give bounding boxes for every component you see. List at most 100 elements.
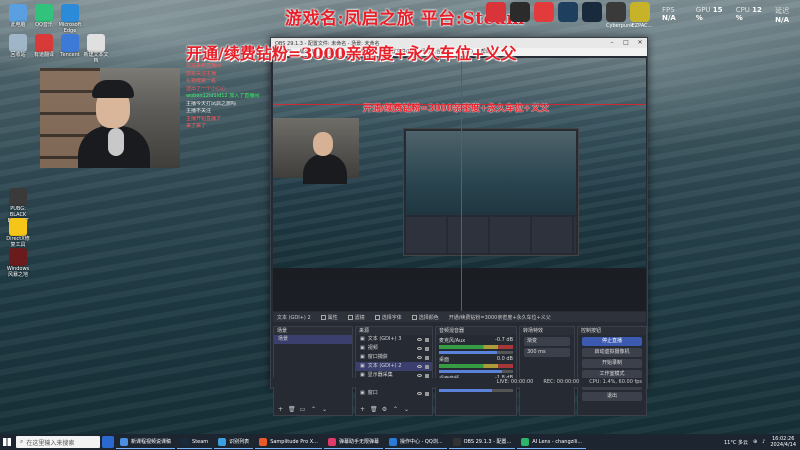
obs-preview[interactable]: 开通/续费钻粉=3000亲密度+永久车位+义父 <box>273 58 646 311</box>
source-item[interactable]: ▣ 文本 (GDI+) 3 <box>356 335 432 344</box>
scene-down-button[interactable]: ⌄ <box>321 406 328 413</box>
top-app-shortcut[interactable] <box>582 2 602 22</box>
taskbar-app[interactable]: OBS 29.1.3 - 配置... <box>448 435 516 449</box>
source-up-button[interactable]: ⌃ <box>392 406 399 413</box>
visibility-icon[interactable] <box>417 365 422 368</box>
control-button[interactable]: 退出 <box>582 392 642 401</box>
maximize-button[interactable]: □ <box>619 38 633 48</box>
transition-select[interactable]: 渐变 <box>524 337 570 346</box>
source-down-button[interactable]: ⌄ <box>403 406 410 413</box>
source-item[interactable]: ▣ 窗口 <box>356 389 432 398</box>
scene-filters-button[interactable]: ▭ <box>299 406 306 413</box>
remove-source-button[interactable]: 🗑 <box>370 406 378 413</box>
lock-icon[interactable] <box>425 364 429 369</box>
volume-slider[interactable] <box>439 389 513 392</box>
taskbar-app[interactable]: 操作中心 - QQ浏... <box>384 435 447 449</box>
visibility-icon[interactable] <box>417 356 422 359</box>
source-item[interactable]: ▣ 文本 (GDI+) 2 <box>356 362 432 371</box>
top-app-shortcut[interactable]: Cyberpunk <box>606 2 633 29</box>
source-item[interactable]: ▣ 视频 <box>356 344 432 353</box>
lock-icon[interactable] <box>425 346 429 351</box>
desktop-icon[interactable]: DirectX修复工具 <box>4 218 32 248</box>
taskbar-search[interactable]: ⌕ 在这里输入来搜索 <box>16 436 100 448</box>
scenes-footer: + 🗑 ▭ ⌃ ⌄ <box>277 406 328 413</box>
taskbar-app-label: Steam <box>192 438 209 445</box>
toolbar-item[interactable]: 滤镜 <box>347 314 365 321</box>
source-label: 窗口 <box>367 390 378 396</box>
visibility-icon[interactable] <box>417 338 422 341</box>
lock-icon[interactable] <box>425 337 429 342</box>
task-view-icon[interactable] <box>102 436 114 448</box>
scene-item[interactable]: 场景 <box>274 335 352 344</box>
mixer-track-db: 0.0 dB <box>496 356 513 362</box>
remove-scene-button[interactable]: 🗑 <box>288 406 296 413</box>
lock-icon[interactable] <box>425 373 429 378</box>
visibility-icon[interactable] <box>417 347 422 350</box>
performance-overlay: FPS N/A GPU 15 % CPU 12 % 延迟 N/A <box>662 6 800 24</box>
toolbar-item[interactable]: 开通/续费钻粉=3000亲密度+永久车位+义父 <box>449 314 551 321</box>
top-app-shortcut[interactable] <box>486 2 506 22</box>
top-app-shortcut[interactable] <box>510 2 530 22</box>
app-icon <box>9 34 27 52</box>
visibility-icon[interactable] <box>417 392 422 395</box>
taskbar-app-icon <box>120 437 128 446</box>
control-button[interactable]: 开始录制 <box>582 359 642 368</box>
top-app-shortcut[interactable] <box>558 2 578 22</box>
taskbar-app[interactable]: AI Lens - changzili... <box>517 435 587 449</box>
clock[interactable]: 16:02:26 2024/4/14 <box>770 436 796 448</box>
network-icon[interactable]: ⊕ <box>753 439 757 445</box>
status-item: CPU: 1.4%, 60.00 fps <box>589 379 642 385</box>
desktop-icon[interactable]: 此电脑 <box>4 4 32 28</box>
toolbar-item[interactable]: 属性 <box>320 314 338 321</box>
taskbar-app-icon <box>521 437 530 446</box>
lock-icon[interactable] <box>425 355 429 360</box>
taskbar-app-label: AI Lens - changzili... <box>532 438 583 445</box>
add-scene-button[interactable]: + <box>277 406 284 413</box>
visibility-icon[interactable] <box>417 374 422 377</box>
transition-duration[interactable]: 300 ms <box>524 348 570 357</box>
taskbar-app-icon <box>452 437 461 446</box>
start-button[interactable] <box>0 434 14 450</box>
desktop-icon[interactable]: 有道翻译 <box>30 34 58 58</box>
top-app-shortcut[interactable] <box>534 2 554 22</box>
toolbar-item[interactable]: 选择字体 <box>374 314 402 321</box>
desktop-icon[interactable]: 新建文本文档 <box>82 34 110 64</box>
volume-slider[interactable] <box>439 351 513 354</box>
source-type-icon: ▣ <box>360 336 365 342</box>
toolbar-icon <box>347 314 353 320</box>
desktop-icon[interactable]: Windows 风暴之地 <box>4 248 32 278</box>
source-label: 窗口捕获 <box>367 354 388 360</box>
taskbar-app[interactable]: Steam <box>177 435 213 449</box>
desktop-icon[interactable]: QQ音乐 <box>30 4 58 28</box>
control-button[interactable]: 启动虚拟摄像机 <box>582 348 642 357</box>
desktop-icon-label: 有道翻译 <box>33 52 54 58</box>
sources-title: 来源 <box>356 327 432 335</box>
taskbar-app[interactable]: 识别列表 <box>214 435 254 449</box>
minimize-button[interactable]: – <box>605 38 619 48</box>
close-button[interactable]: ✕ <box>633 38 647 48</box>
add-source-button[interactable]: + <box>359 406 366 413</box>
app-icon <box>9 248 27 266</box>
weather-status[interactable]: 11°C 多云 <box>724 439 748 446</box>
taskbar-app[interactable]: 新课程视频说课稿 <box>116 435 176 449</box>
app-icon <box>35 4 53 22</box>
obs-window[interactable]: OBS 29.1.3 - 配置文件: 未命名 - 场景: 未命名 – □ ✕ 文… <box>270 37 648 416</box>
source-item[interactable]: ▣ 窗口捕获 <box>356 353 432 362</box>
volume-icon[interactable]: ♪ <box>762 439 765 445</box>
windows-taskbar: ⌕ 在这里输入来搜索 新课程视频说课稿 Steam 识别列表 Samplitude P… <box>0 434 800 450</box>
toolbar-item[interactable]: 选择颜色 <box>411 314 439 321</box>
control-button[interactable]: 停止直播 <box>582 337 642 346</box>
perf-label: FPS <box>662 6 675 14</box>
desktop-icon[interactable]: Tencent <box>56 34 84 58</box>
steam-icon <box>582 2 602 22</box>
perf-value: N/A <box>775 16 789 24</box>
desktop-icon[interactable]: Microsoft Edge <box>56 4 84 34</box>
desktop-icon[interactable]: 回收站 <box>4 34 32 58</box>
lock-icon[interactable] <box>425 391 429 396</box>
top-app-shortcut[interactable]: EZPAC... <box>630 2 652 29</box>
volume-slider[interactable] <box>439 370 513 373</box>
source-settings-button[interactable]: ⚙ <box>381 406 388 413</box>
scene-up-button[interactable]: ⌃ <box>310 406 317 413</box>
taskbar-app[interactable]: Samplitude Pro X... <box>255 435 322 449</box>
taskbar-app[interactable]: 弹幕助手无限弹幕 <box>323 435 383 449</box>
